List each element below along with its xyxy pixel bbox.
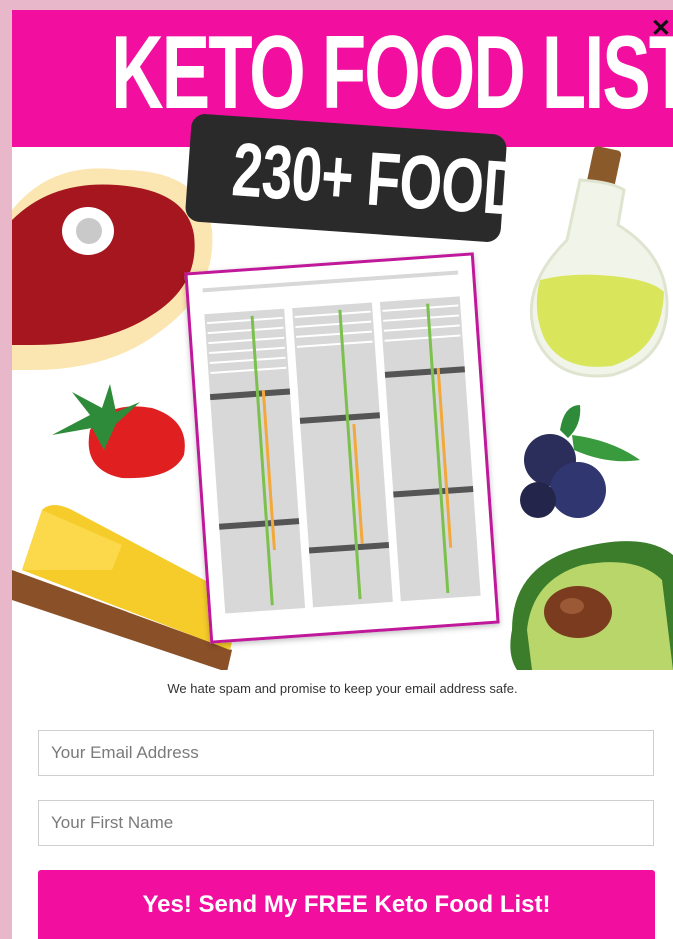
blueberries-illustration	[520, 405, 640, 518]
food-count-badge: 230+ FOODS	[184, 113, 561, 243]
spam-notice: We hate spam and promise to keep your em…	[167, 681, 518, 696]
keto-popup: KETO FOOD LIST ✕ 230+ FOODS We hate spam…	[12, 10, 673, 939]
strawberry-illustration	[52, 384, 185, 479]
food-list-document	[184, 252, 500, 644]
first-name-field[interactable]	[38, 800, 654, 846]
steak-illustration	[12, 168, 213, 370]
send-food-list-button[interactable]: Yes! Send My FREE Keto Food List!	[38, 870, 655, 939]
document-table-lines	[202, 270, 481, 614]
badge-text: 230+ FOODS	[229, 127, 561, 235]
avocado-illustration	[510, 541, 673, 670]
email-field[interactable]	[38, 730, 654, 776]
